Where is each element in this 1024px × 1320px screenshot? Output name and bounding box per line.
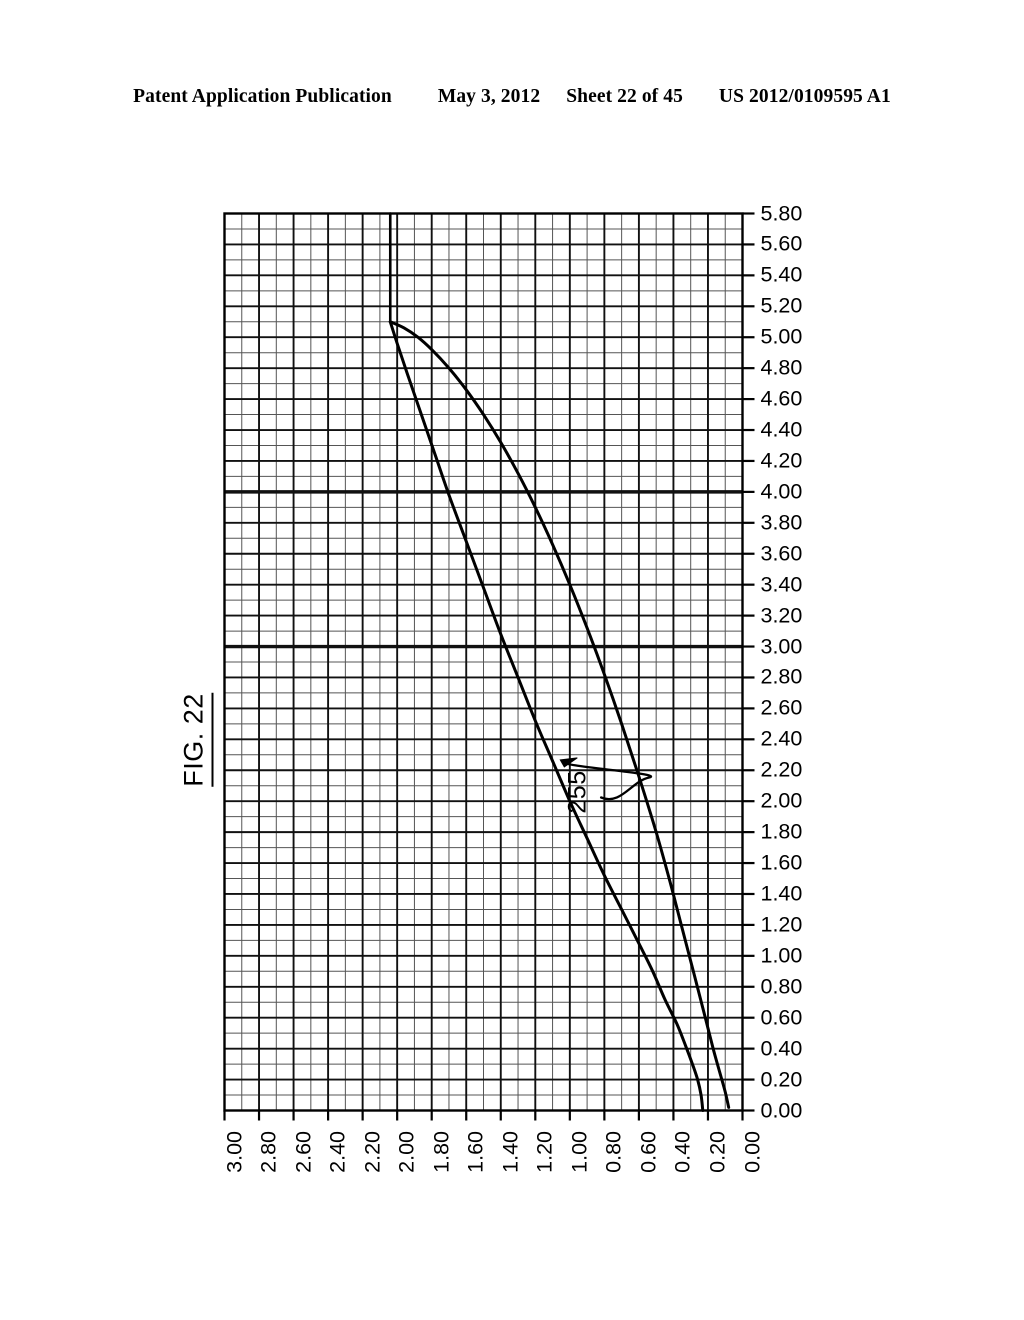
y-tick-label: 1.20: [760, 912, 803, 937]
y-tick-label: 2.40: [760, 726, 803, 751]
x-tick-label: 1.80: [428, 1130, 453, 1173]
x-tick-label: 2.20: [359, 1130, 384, 1173]
y-tick-label: 1.80: [760, 819, 803, 844]
x-tick-label: 1.60: [463, 1130, 488, 1173]
y-tick-label: 4.00: [760, 479, 803, 504]
y-tick-label: 3.00: [760, 633, 803, 658]
y-tick-label: 5.00: [760, 324, 803, 349]
reference-numeral-255: 255: [563, 770, 592, 814]
y-tick-label: 5.20: [760, 293, 803, 318]
y-tick-label: 4.40: [760, 417, 803, 442]
x-tick-label: 2.80: [256, 1130, 281, 1173]
y-tick-label: 5.40: [760, 262, 803, 287]
curve-outer-branch: [388, 320, 731, 1109]
y-tick-label: 0.20: [760, 1066, 803, 1091]
figure-22: FIG. 22 5.80 5.60 5.40 5.20 5.00 4.80 4.60 4.40…: [0, 0, 1024, 1320]
x-tick-label: 0.00: [739, 1130, 764, 1173]
y-tick-label: 3.60: [760, 540, 803, 565]
x-tick-label: 2.00: [394, 1130, 419, 1173]
y-tick-label: 2.20: [760, 757, 803, 782]
y-tick-label: 1.00: [760, 943, 803, 968]
y-tick-label: 3.80: [760, 510, 803, 535]
x-tick-label: 0.40: [670, 1130, 695, 1173]
plot-canvas: [223, 212, 755, 1121]
x-tick-label: 1.20: [532, 1130, 557, 1173]
y-tick-label: 2.80: [760, 664, 803, 689]
y-tick-label: 4.60: [760, 386, 803, 411]
x-tick-label: 2.40: [325, 1130, 350, 1173]
x-tick-label: 1.00: [567, 1130, 592, 1173]
y-tick-label: 2.60: [760, 695, 803, 720]
minor-gridlines: [224, 213, 743, 1111]
axis-ticks: [223, 212, 755, 1121]
y-tick-label: 0.80: [760, 974, 803, 999]
x-tick-label: 0.20: [705, 1130, 730, 1173]
y-tick-label: 4.20: [760, 448, 803, 473]
y-tick-label: 5.60: [760, 231, 803, 256]
y-tick-label: 2.00: [760, 788, 803, 813]
x-tick-label: 1.40: [498, 1130, 523, 1173]
y-tick-label: 3.20: [760, 602, 803, 627]
y-tick-label: 0.40: [760, 1035, 803, 1060]
y-tick-label: 5.80: [760, 200, 803, 225]
y-tick-label: 0.60: [760, 1004, 803, 1029]
x-tick-label: 0.80: [601, 1130, 626, 1173]
x-tick-label: 2.60: [290, 1130, 315, 1173]
y-tick-label: 4.80: [760, 355, 803, 380]
y-tick-label: 1.60: [760, 850, 803, 875]
x-tick-label: 0.60: [636, 1130, 661, 1173]
y-tick-label: 1.40: [760, 881, 803, 906]
y-tick-label: 0.00: [760, 1097, 803, 1122]
x-tick-label: 3.00: [221, 1130, 246, 1173]
y-tick-label: 3.40: [760, 571, 803, 596]
